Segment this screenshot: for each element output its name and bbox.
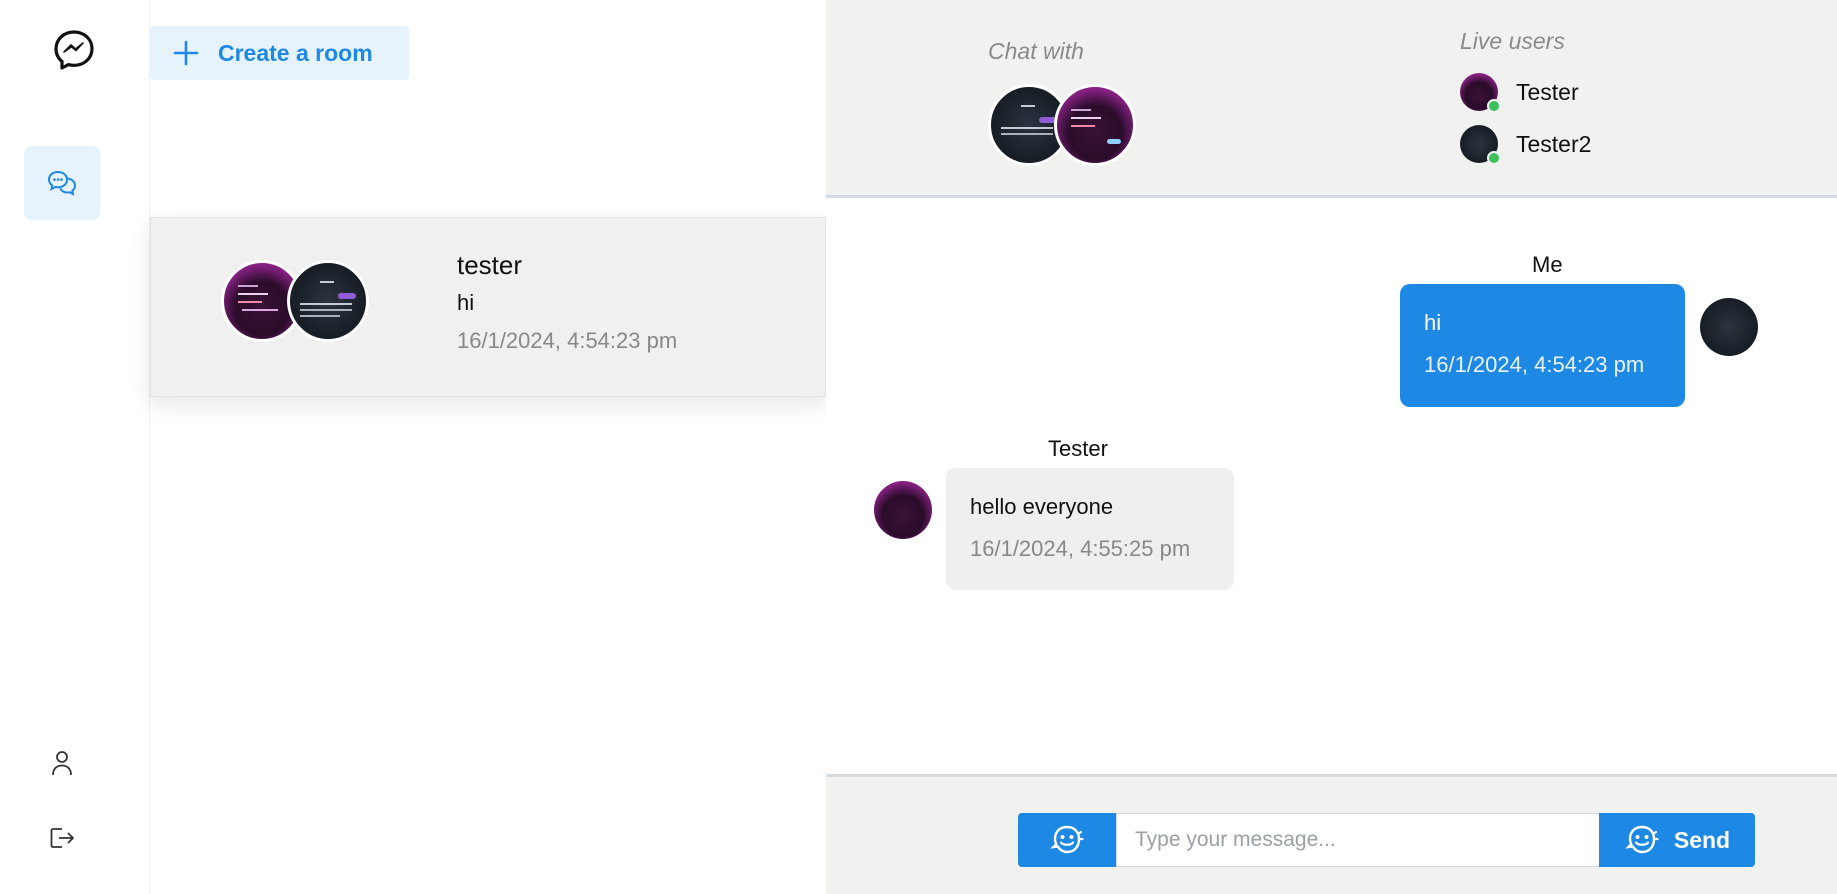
message-bubble-other: hello everyone 16/1/2024, 4:55:25 pm [946, 468, 1234, 590]
online-status-dot [1487, 151, 1501, 165]
message-text: hello everyone [970, 494, 1114, 519]
message-time: 16/1/2024, 4:55:25 pm [970, 536, 1191, 561]
plus-icon [173, 40, 199, 66]
create-room-label: Create a room [218, 39, 373, 66]
message-list: Me hi 16/1/2024, 4:54:23 pm Tester hello… [826, 198, 1837, 776]
room-name: tester [457, 250, 523, 280]
online-status-dot [1487, 99, 1501, 113]
chat-panel: Chat with Live users Tester Tester2 Me h… [826, 0, 1837, 894]
avatar [1054, 84, 1136, 166]
live-user-item: Tester [1460, 72, 1579, 113]
nav-chats-button[interactable] [24, 146, 100, 220]
room-list-panel: Create a room tester hi 16/1/2024, 4:54:… [150, 0, 826, 894]
app-root: Create a room tester hi 16/1/2024, 4:54:… [0, 0, 1837, 894]
sidebar [0, 0, 150, 894]
create-room-button[interactable]: Create a room [150, 26, 409, 80]
avatar [1700, 298, 1758, 356]
message-composer: Send [826, 774, 1837, 894]
emoji-icon [1624, 825, 1659, 854]
emoji-icon [1050, 825, 1084, 854]
live-user-item: Tester2 [1460, 124, 1592, 165]
send-button[interactable]: Send [1599, 813, 1755, 867]
room-last-message: hi [457, 290, 475, 315]
message-text: hi [1424, 310, 1442, 335]
nav-profile-button[interactable] [44, 745, 80, 781]
avatar [874, 481, 932, 539]
live-user-name: Tester2 [1516, 130, 1592, 157]
live-users-label: Live users [1460, 28, 1565, 54]
room-avatars [221, 260, 381, 344]
avatar [287, 260, 369, 342]
chat-with-avatars [988, 84, 1138, 168]
chat-bubbles-icon [47, 170, 77, 196]
message-sender: Tester [1048, 436, 1108, 461]
room-list-item[interactable]: tester hi 16/1/2024, 4:54:23 pm [150, 217, 826, 397]
room-timestamp: 16/1/2024, 4:54:23 pm [457, 328, 678, 353]
messenger-logo-icon [52, 28, 96, 72]
chat-header: Chat with Live users Tester Tester2 [826, 0, 1837, 198]
message-sender: Me [1532, 252, 1563, 277]
avatar [1460, 125, 1501, 165]
avatar [1460, 73, 1501, 113]
live-user-name: Tester [1516, 78, 1579, 105]
user-icon [52, 751, 72, 776]
nav-logout-button[interactable] [44, 820, 80, 856]
chat-with-label: Chat with [988, 38, 1084, 64]
send-label: Send [1673, 826, 1731, 853]
message-input[interactable] [1116, 813, 1602, 867]
message-time: 16/1/2024, 4:54:23 pm [1424, 352, 1645, 377]
emoji-button[interactable] [1018, 813, 1116, 867]
logout-icon [50, 828, 74, 848]
message-bubble-own: hi 16/1/2024, 4:54:23 pm [1400, 284, 1685, 407]
